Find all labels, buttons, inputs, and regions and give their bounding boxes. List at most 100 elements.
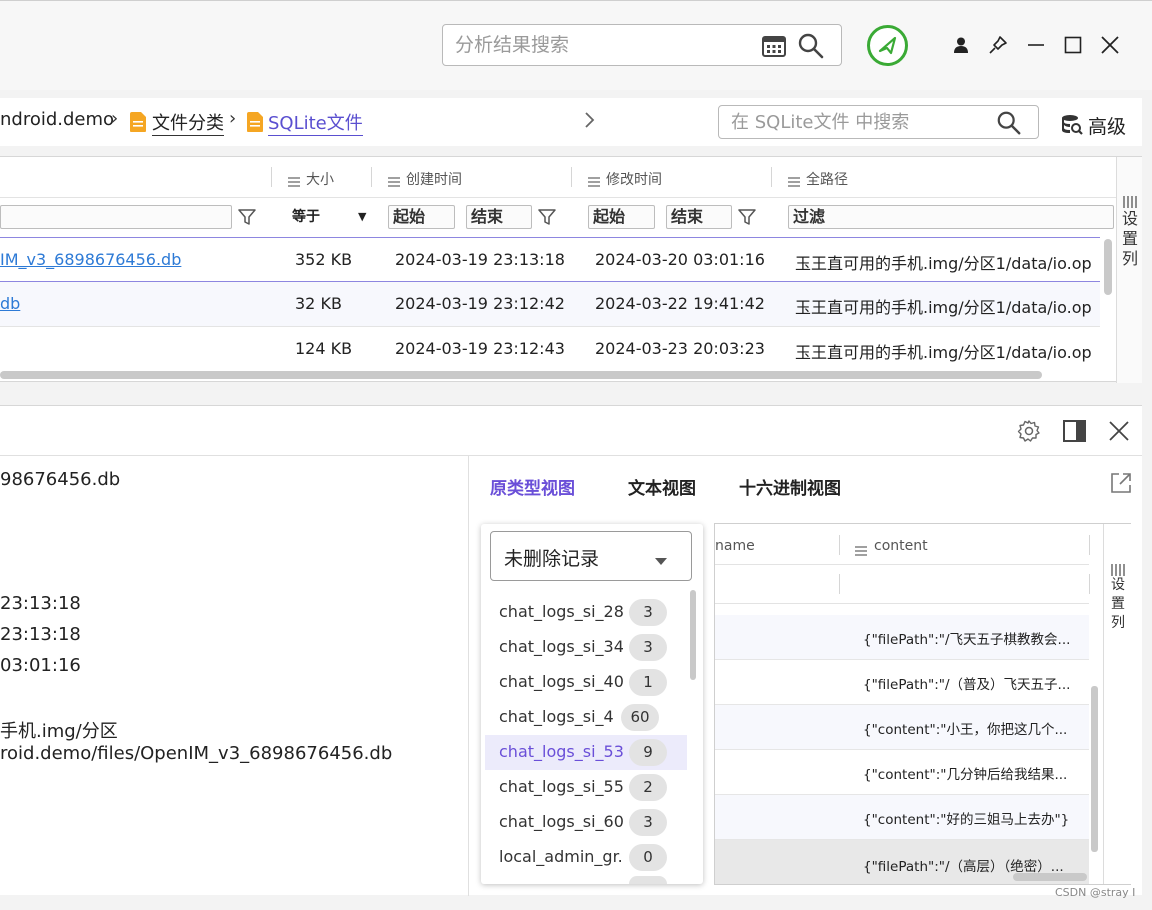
tab-text-view[interactable]: 文本视图 (628, 474, 696, 499)
global-search-input[interactable] (455, 33, 745, 57)
column-settings-button[interactable]: 设 置 列 (1103, 524, 1131, 884)
modified-start-input[interactable]: 起始 (588, 205, 655, 229)
table-row[interactable]: {"content":"小王，你把这几个... (715, 705, 1089, 750)
tab-hex-view[interactable]: 十六进制视图 (739, 474, 841, 499)
horizontal-scrollbar[interactable] (1013, 873, 1087, 881)
list-item[interactable]: chat_logs_si_4... 60 (485, 700, 687, 735)
file-path: 玉王直可用的手机.img/分区1/data/io.op (795, 343, 1092, 362)
created-start-input[interactable]: 起始 (388, 205, 455, 229)
file-created: 2024-03-19 23:12:42 (395, 294, 565, 313)
list-item[interactable]: chat_logs_si_28... 3 (485, 595, 687, 630)
filter-icon[interactable] (538, 208, 556, 230)
folder-search-box[interactable] (718, 105, 1039, 139)
column-header-created[interactable]: 创建时间 (406, 169, 462, 189)
file-size: 352 KB (295, 250, 353, 269)
menu-icon (588, 172, 600, 191)
horizontal-scrollbar[interactable] (0, 371, 1042, 379)
vertical-scrollbar[interactable] (1104, 239, 1112, 295)
column-divider[interactable] (1089, 535, 1090, 555)
vertical-scrollbar[interactable] (1091, 686, 1098, 852)
column-divider (839, 574, 840, 594)
modified-end-input[interactable]: 结束 (666, 205, 732, 229)
file-modified: 2024-03-22 19:41:42 (595, 294, 765, 313)
column-divider[interactable] (571, 167, 572, 187)
pin-icon[interactable] (984, 31, 1012, 59)
record-count-badge: 3 (629, 599, 667, 626)
settings-label-char: 置 (1121, 229, 1138, 248)
breadcrumb-item[interactable]: ndroid.demo (0, 109, 114, 130)
table-row[interactable]: db 32 KB 2024-03-19 23:12:42 2024-03-22 … (0, 282, 1100, 327)
table-row[interactable]: 124 KB 2024-03-19 23:12:43 2024-03-23 20… (0, 327, 1100, 372)
table-name: chat_logs_si_4... (499, 707, 615, 726)
gear-icon[interactable] (1017, 419, 1041, 447)
maximize-icon[interactable] (1059, 31, 1087, 59)
property-created: 23:13:18 (0, 593, 81, 614)
divider (715, 603, 1089, 604)
column-divider[interactable] (371, 167, 372, 187)
search-icon[interactable] (996, 110, 1022, 140)
table-name: chat_logs_si_34... (499, 637, 623, 656)
minimize-icon[interactable] (1022, 31, 1050, 59)
watermark: CSDN @stray I (1055, 886, 1136, 899)
column-divider[interactable] (771, 167, 772, 187)
breadcrumb-separator: › (229, 108, 237, 129)
table-row[interactable]: IM_v3_6898676456.db 352 KB 2024-03-19 23… (0, 237, 1100, 282)
settings-label-char: 设 (1121, 209, 1138, 228)
column-divider[interactable] (271, 167, 272, 187)
column-header-modified[interactable]: 修改时间 (606, 169, 662, 189)
file-name-link[interactable]: db (0, 294, 20, 313)
path-filter-input[interactable]: 过滤 (788, 205, 1114, 229)
record-count-badge: 9 (629, 739, 667, 766)
file-name-link[interactable]: IM_v3_6898676456.db (0, 250, 181, 269)
size-operator-select[interactable]: 等于 ▼ (284, 205, 370, 229)
table-list-panel: 未删除记录 chat_logs_si_28... 3 chat_logs_si_… (481, 524, 703, 884)
search-icon[interactable] (797, 32, 825, 64)
user-icon[interactable] (947, 31, 975, 59)
filter-icon[interactable] (238, 208, 256, 230)
tab-native-view[interactable]: 原类型视图 (490, 474, 575, 499)
list-item-selected[interactable]: chat_logs_si_53... 9 (485, 735, 687, 770)
title-bar (0, 0, 1152, 90)
external-open-icon[interactable] (1109, 471, 1133, 499)
split-panel-icon[interactable] (1063, 420, 1086, 446)
table-row[interactable]: {"content":"几分钟后给我结果... (715, 750, 1089, 795)
property-filename: 98676456.db (0, 469, 121, 490)
divider (0, 197, 1116, 198)
record-viewer: 原类型视图 文本视图 十六进制视图 未删除记录 chat_logs_si_28.… (468, 456, 1142, 896)
column-settings-button[interactable]: 设 置 列 (1116, 157, 1142, 383)
column-header-content[interactable]: content (874, 538, 928, 554)
table-row[interactable]: {"filePath":"/（普及）飞天五子... (715, 660, 1089, 705)
folder-icon (129, 111, 147, 133)
column-divider[interactable] (839, 535, 840, 555)
list-item[interactable]: chat_logs_si_55... 2 (485, 770, 687, 805)
record-filter-value: 未删除记录 (504, 548, 600, 570)
filter-icon[interactable] (738, 208, 756, 230)
folder-icon (246, 111, 264, 133)
table-name: chat_logs_si_53... (499, 742, 623, 761)
column-header-path[interactable]: 全路径 (806, 169, 848, 189)
chevron-right-icon[interactable] (584, 110, 596, 134)
list-item[interactable]: chat_logs_si_40... 1 (485, 665, 687, 700)
folder-search-input[interactable] (731, 111, 981, 133)
record-count-badge: 60 (621, 704, 659, 731)
name-filter-input[interactable] (0, 205, 232, 229)
created-end-input[interactable]: 结束 (466, 205, 532, 229)
list-item[interactable]: chat_logs_si_60... 3 (485, 805, 687, 840)
global-search-box[interactable] (442, 24, 842, 66)
close-icon[interactable] (1109, 421, 1129, 445)
column-header-size[interactable]: 大小 (306, 169, 334, 189)
calendar-icon[interactable] (761, 33, 787, 63)
list-item[interactable]: local_admin_gr... 0 (485, 840, 687, 875)
table-row[interactable]: {"filePath":"/飞天五子棋教教会... (715, 615, 1089, 660)
table-row[interactable]: {"content":"好的三姐马上去办"} (715, 795, 1089, 840)
vertical-scrollbar[interactable] (690, 590, 696, 680)
table-name: chat_logs_si_28... (499, 602, 623, 621)
breadcrumb-item-current[interactable]: SQLite文件 (268, 109, 363, 136)
column-header-name[interactable]: name (715, 538, 755, 554)
breadcrumb-item[interactable]: 文件分类 (152, 109, 224, 136)
rocket-icon[interactable] (866, 24, 909, 71)
record-filter-select[interactable]: 未删除记录 (490, 531, 692, 581)
advanced-label: 高级 (1088, 116, 1127, 138)
close-icon[interactable] (1096, 31, 1124, 59)
list-item[interactable]: chat_logs_si_34... 3 (485, 630, 687, 665)
